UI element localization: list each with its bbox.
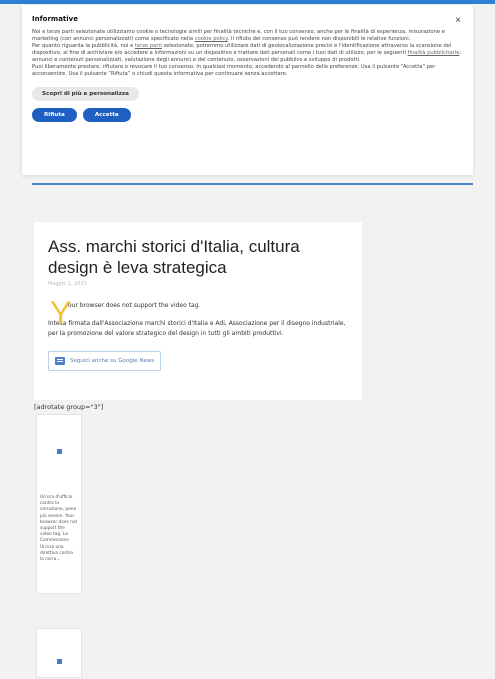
ad-purposes-link[interactable]: finalità pubblicitarie [408,50,460,56]
related-card[interactable]: Un'ora d'ufficio contro la corruzione, p… [36,414,82,594]
related-card-text: Un'ora d'ufficio contro la corruzione, p… [40,495,78,563]
close-icon[interactable]: × [455,15,461,26]
cookie-text: Noi e terze parti selezionate utilizziam… [32,29,462,77]
top-accent-bar [0,0,495,4]
accept-button[interactable]: Accetta [82,108,131,122]
google-news-label: Seguici anche su Google News [70,358,155,364]
article-title: Ass. marchi storici d'Italia, cultura de… [48,237,300,277]
cookie-policy-link[interactable]: cookie policy [195,36,228,42]
third-parties-link[interactable]: terze parti [135,43,162,49]
article-paragraph: Intesa firmata dall'Associazione marchi … [48,320,346,337]
cookie-banner: × Informative Noi e terze parti selezion… [22,5,473,175]
header-divider [32,183,473,185]
article-date: Maggio 2, 2023 [48,281,87,287]
image-placeholder-icon [57,449,62,454]
image-placeholder-icon [57,659,62,664]
dropcap: Y [50,295,72,331]
cookie-title: Informative [32,15,78,23]
adrotate-shortcode: [adrotate group="3"] [34,403,104,411]
video-fallback-text: our browser does not support the video t… [68,302,201,309]
article-card: Ass. marchi storici d'Italia, cultura de… [34,222,362,400]
related-card[interactable] [36,628,82,678]
related-thumbnail [37,415,81,493]
google-news-icon [55,357,65,365]
google-news-button[interactable]: Seguici anche su Google News [48,351,162,371]
article-body: Y our browser does not support the video… [48,297,348,339]
reject-button[interactable]: Rifiuta [32,108,77,122]
related-thumbnail [37,629,81,679]
learn-more-button[interactable]: Scopri di più e personalizza [32,87,139,101]
